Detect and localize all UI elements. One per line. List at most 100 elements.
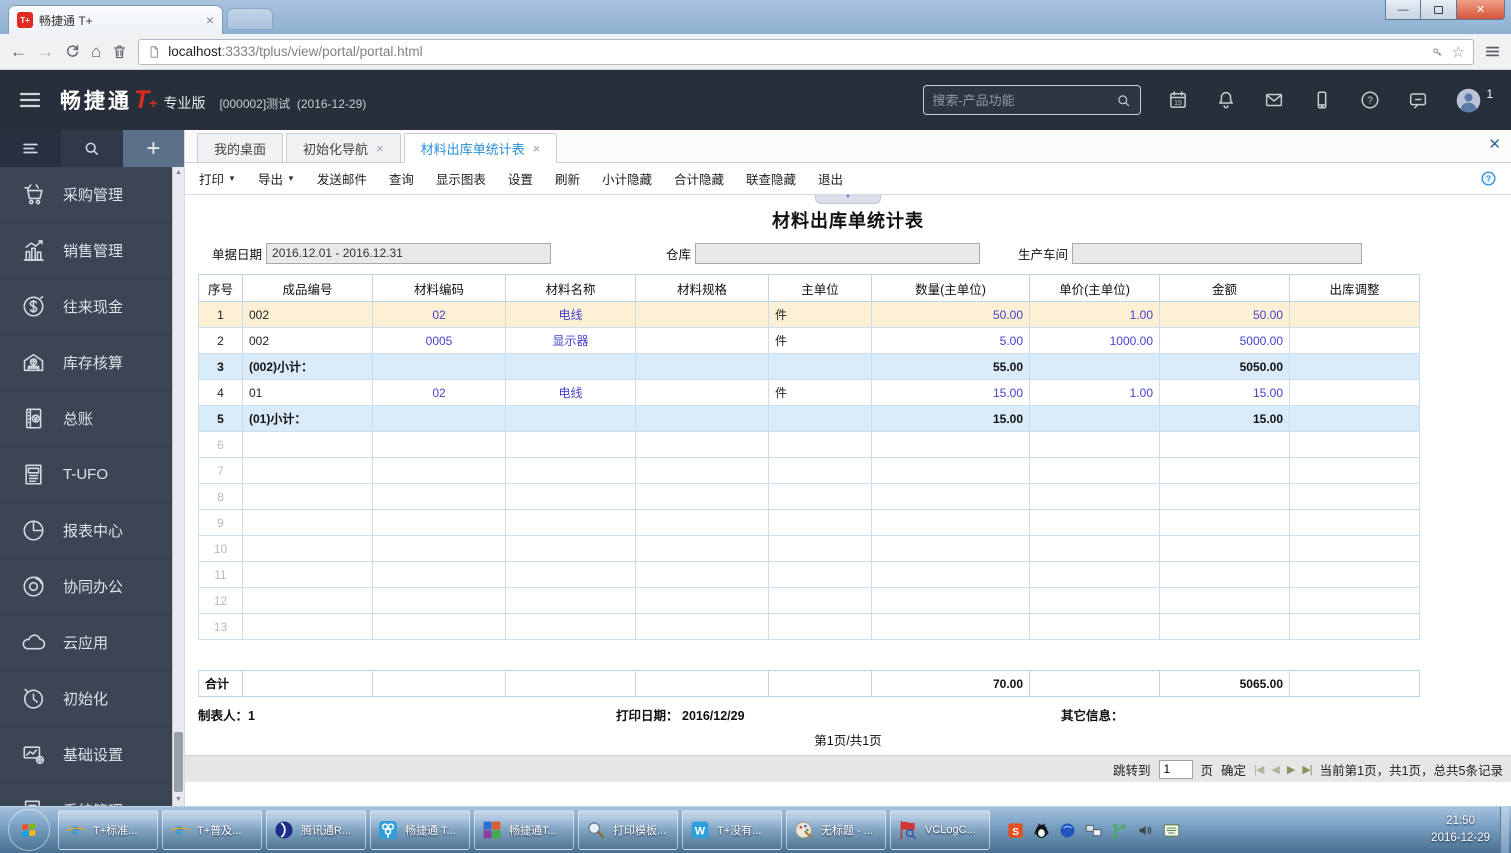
show-desktop-button[interactable] xyxy=(1500,806,1509,853)
cell[interactable]: 15.00 xyxy=(871,379,1030,406)
tab-desktop[interactable]: 我的桌面 xyxy=(197,133,284,163)
close-all-tabs-icon[interactable]: ✕ xyxy=(1488,137,1501,152)
first-page-icon[interactable]: |◀ xyxy=(1254,763,1264,776)
sidebar-item-cloud[interactable]: 云应用 xyxy=(0,615,184,671)
cell[interactable]: 1.00 xyxy=(1029,301,1160,328)
user-avatar[interactable]: 1 xyxy=(1455,87,1493,114)
reload-icon[interactable] xyxy=(64,43,81,60)
sidebar-collapse-button[interactable] xyxy=(0,130,62,167)
table-row[interactable]: 2 002 0005 显示器 件 5.00 1000.00 5000.00 xyxy=(198,327,1420,354)
prev-page-icon[interactable]: ◀ xyxy=(1271,763,1280,776)
taskbar-clock[interactable]: 21:50 2016-12-29 xyxy=(1431,813,1500,848)
table-row[interactable]: 13 xyxy=(198,613,1420,640)
qq-icon[interactable] xyxy=(1032,821,1051,840)
column-header[interactable]: 出库调整 xyxy=(1289,274,1420,302)
scroll-down-icon[interactable]: ▼ xyxy=(173,794,184,806)
column-header[interactable]: 数量(主单位) xyxy=(871,274,1030,302)
toolbar-send-mail-button[interactable]: 发送邮件 xyxy=(317,169,367,188)
taskbar-button-print-template[interactable]: 打印模板... xyxy=(578,810,678,850)
sidebar-scrollbar[interactable]: ▲ ▼ xyxy=(172,167,184,806)
taskbar-button-tplus-std[interactable]: e T+标准... xyxy=(58,810,158,850)
tab-material-outbound-report[interactable]: 材料出库单统计表 × xyxy=(403,133,558,163)
browser-tab[interactable]: T+ 畅捷通 T+ × xyxy=(8,5,223,34)
key-icon[interactable] xyxy=(1431,45,1445,59)
sidebar-item-ledger[interactable]: 总账 xyxy=(0,391,184,447)
filter-collapse-handle[interactable]: ▼ xyxy=(815,195,881,204)
table-row[interactable]: 5 (01)小计： 15.00 15.00 xyxy=(198,405,1420,432)
sidebar-item-office[interactable]: 协同办公 xyxy=(0,559,184,615)
branch-icon[interactable] xyxy=(1110,821,1129,840)
column-header[interactable]: 主单位 xyxy=(768,274,872,302)
toolbar-refresh-button[interactable]: 刷新 xyxy=(555,169,580,188)
cell[interactable]: 显示器 xyxy=(505,327,636,354)
sidebar-item-tufo[interactable]: T-UFO xyxy=(0,447,184,503)
browser-tab-close-icon[interactable]: × xyxy=(206,13,214,27)
toolbar-help-icon[interactable]: ? xyxy=(1480,170,1497,187)
column-header[interactable]: 序号 xyxy=(198,274,243,302)
address-bar[interactable]: localhost:3333/tplus/view/portal/portal.… xyxy=(138,38,1474,65)
cell[interactable]: 电线 xyxy=(505,379,636,406)
tab-close-icon[interactable]: × xyxy=(533,142,541,155)
toolbar-settings-button[interactable]: 设置 xyxy=(508,169,533,188)
table-row[interactable]: 6 xyxy=(198,431,1420,458)
toolbar-hide-drill-button[interactable]: 联查隐藏 xyxy=(746,169,796,188)
cell[interactable]: 5000.00 xyxy=(1159,327,1290,354)
s-tray-icon[interactable]: S xyxy=(1006,821,1025,840)
filter-doc-date-input[interactable] xyxy=(266,242,552,264)
cell[interactable]: 1.00 xyxy=(1029,379,1160,406)
close-button[interactable]: ✕ xyxy=(1457,0,1505,20)
taskbar-button-vclog[interactable]: VCLogC... xyxy=(890,810,990,850)
cell[interactable]: 15.00 xyxy=(1159,379,1290,406)
ime-icon[interactable] xyxy=(1162,821,1181,840)
feedback-chat-icon[interactable] xyxy=(1407,89,1429,111)
column-header[interactable]: 单价(主单位) xyxy=(1029,274,1160,302)
cell[interactable]: 02 xyxy=(372,301,506,328)
filter-warehouse-input[interactable] xyxy=(695,242,981,264)
filter-workshop-input[interactable] xyxy=(1072,242,1363,264)
taskbar-button-chanjet-t2[interactable]: 畅捷通T... xyxy=(474,810,574,850)
cell[interactable]: 02 xyxy=(372,379,506,406)
column-header[interactable]: 材料名称 xyxy=(505,274,636,302)
sidebar-search-button[interactable] xyxy=(61,130,123,167)
toolbar-show-chart-button[interactable]: 显示图表 xyxy=(436,169,486,188)
table-row[interactable]: 3 (002)小计： 55.00 5050.00 xyxy=(198,353,1420,380)
tab-close-icon[interactable]: × xyxy=(376,142,384,155)
table-row[interactable]: 12 xyxy=(198,587,1420,614)
column-header[interactable]: 材料规格 xyxy=(635,274,769,302)
cell[interactable]: 50.00 xyxy=(1159,301,1290,328)
sidebar-item-init[interactable]: 初始化 xyxy=(0,671,184,727)
table-row[interactable]: 9 xyxy=(198,509,1420,536)
toolbar-print-button[interactable]: 打印 ▼ xyxy=(199,169,236,188)
back-icon[interactable]: ← xyxy=(10,43,27,60)
cell[interactable]: 50.00 xyxy=(871,301,1030,328)
cell[interactable]: 1000.00 xyxy=(1029,327,1160,354)
mail-icon[interactable] xyxy=(1263,89,1285,111)
column-header[interactable]: 金额 xyxy=(1159,274,1290,302)
bell-icon[interactable] xyxy=(1215,89,1237,111)
trash-icon[interactable] xyxy=(111,43,128,60)
table-row[interactable]: 8 xyxy=(198,483,1420,510)
bookmark-star-icon[interactable]: ☆ xyxy=(1452,43,1465,61)
goto-confirm-button[interactable]: 确定 xyxy=(1221,760,1246,779)
taskbar-button-chanjet-t[interactable]: 畅捷通 T... xyxy=(370,810,470,850)
toolbar-hide-total-button[interactable]: 合计隐藏 xyxy=(674,169,724,188)
network-icon[interactable] xyxy=(1084,821,1103,840)
cell[interactable]: 0005 xyxy=(372,327,506,354)
blue-ball-icon[interactable] xyxy=(1058,821,1077,840)
browser-menu-icon[interactable] xyxy=(1484,43,1501,60)
table-row[interactable]: 11 xyxy=(198,561,1420,588)
product-search[interactable] xyxy=(923,85,1142,115)
taskbar-button-tplus-pop[interactable]: e T+普及... xyxy=(162,810,262,850)
cell[interactable]: 5.00 xyxy=(871,327,1030,354)
sidebar-item-settings[interactable]: 基础设置 xyxy=(0,727,184,783)
start-button[interactable] xyxy=(8,809,50,851)
scrollbar-thumb[interactable] xyxy=(174,732,183,792)
toolbar-export-button[interactable]: 导出 ▼ xyxy=(258,169,295,188)
column-header[interactable]: 成品编号 xyxy=(242,274,373,302)
toolbar-hide-subtotal-button[interactable]: 小计隐藏 xyxy=(602,169,652,188)
next-page-icon[interactable]: ▶ xyxy=(1287,763,1296,776)
maximize-button[interactable] xyxy=(1421,0,1457,20)
sidebar-item-reports[interactable]: 报表中心 xyxy=(0,503,184,559)
sidebar-item-sales[interactable]: 销售管理 xyxy=(0,223,184,279)
table-row[interactable]: 4 01 02 电线件 15.00 1.00 15.00 xyxy=(198,379,1420,406)
